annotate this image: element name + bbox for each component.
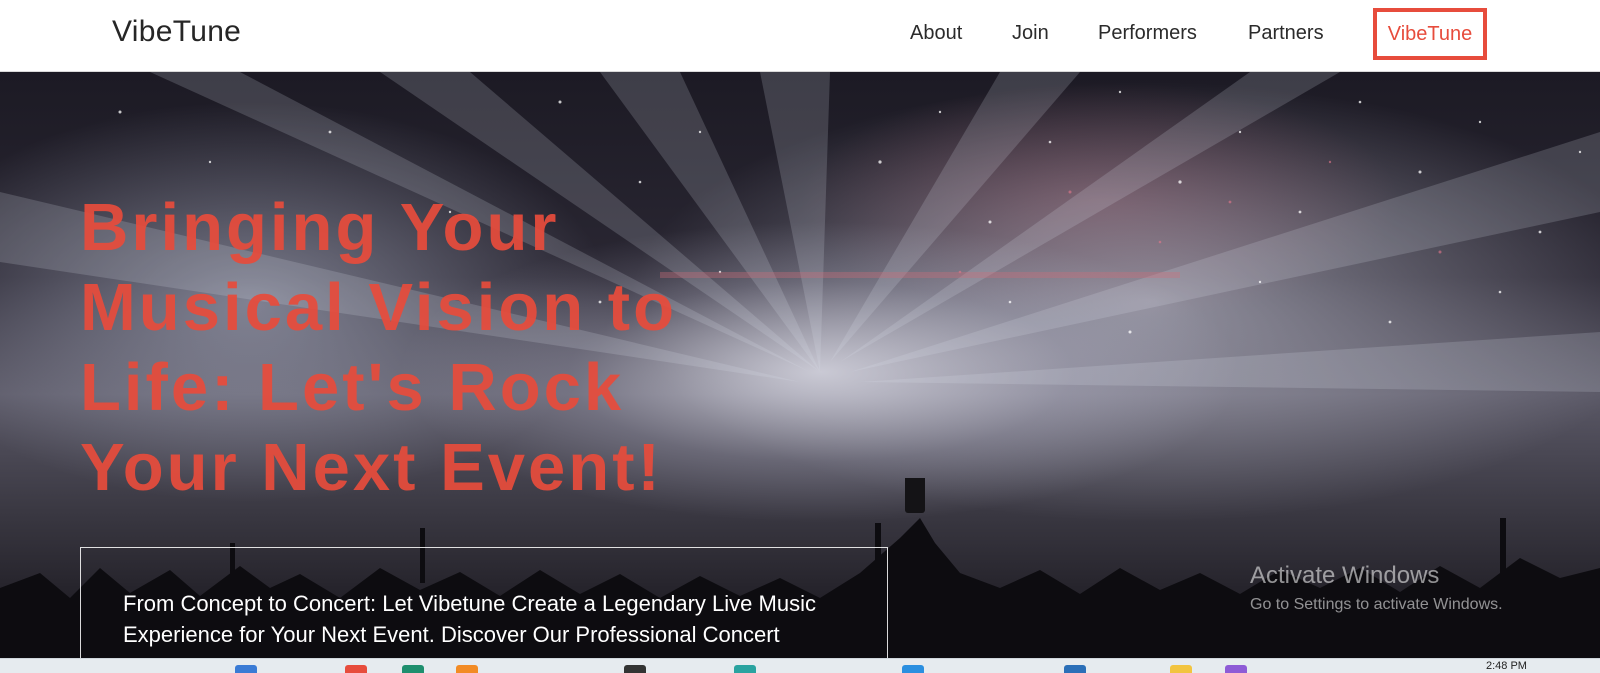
taskbar-app-icon[interactable] <box>624 665 646 673</box>
nav-about[interactable]: About <box>910 22 962 45</box>
hero-headline: Bringing Your Musical Vision to Life: Le… <box>80 190 678 505</box>
nav-join[interactable]: Join <box>1012 22 1049 45</box>
taskbar-app-icon[interactable] <box>402 665 424 673</box>
top-navbar: VibeTune About Join Performers Partners … <box>0 0 1600 72</box>
windows-activation-subtitle: Go to Settings to activate Windows. <box>1250 596 1503 613</box>
taskbar-app-icon[interactable] <box>902 665 924 673</box>
taskbar-app-icon[interactable] <box>235 665 257 673</box>
hero-description-text: From Concept to Concert: Let Vibetune Cr… <box>123 591 816 647</box>
taskbar-app-icon[interactable] <box>1064 665 1086 673</box>
hero-section: Bringing Your Musical Vision to Life: Le… <box>0 72 1600 658</box>
taskbar-app-icon[interactable] <box>734 665 756 673</box>
hero-description-box: From Concept to Concert: Let Vibetune Cr… <box>80 547 888 658</box>
nav-vibetune-button[interactable]: VibeTune <box>1373 8 1487 60</box>
taskbar-app-icon[interactable] <box>345 665 367 673</box>
taskbar-app-icon[interactable] <box>1225 665 1247 673</box>
os-taskbar: 2:48 PM <box>0 658 1600 673</box>
nav-partners[interactable]: Partners <box>1248 22 1324 45</box>
brand-logo[interactable]: VibeTune <box>112 15 241 49</box>
nav-performers[interactable]: Performers <box>1098 22 1197 45</box>
taskbar-app-icon[interactable] <box>456 665 478 673</box>
windows-activation-title: Activate Windows <box>1250 562 1440 589</box>
taskbar-app-icon[interactable] <box>1170 665 1192 673</box>
taskbar-clock[interactable]: 2:48 PM <box>1486 660 1527 672</box>
